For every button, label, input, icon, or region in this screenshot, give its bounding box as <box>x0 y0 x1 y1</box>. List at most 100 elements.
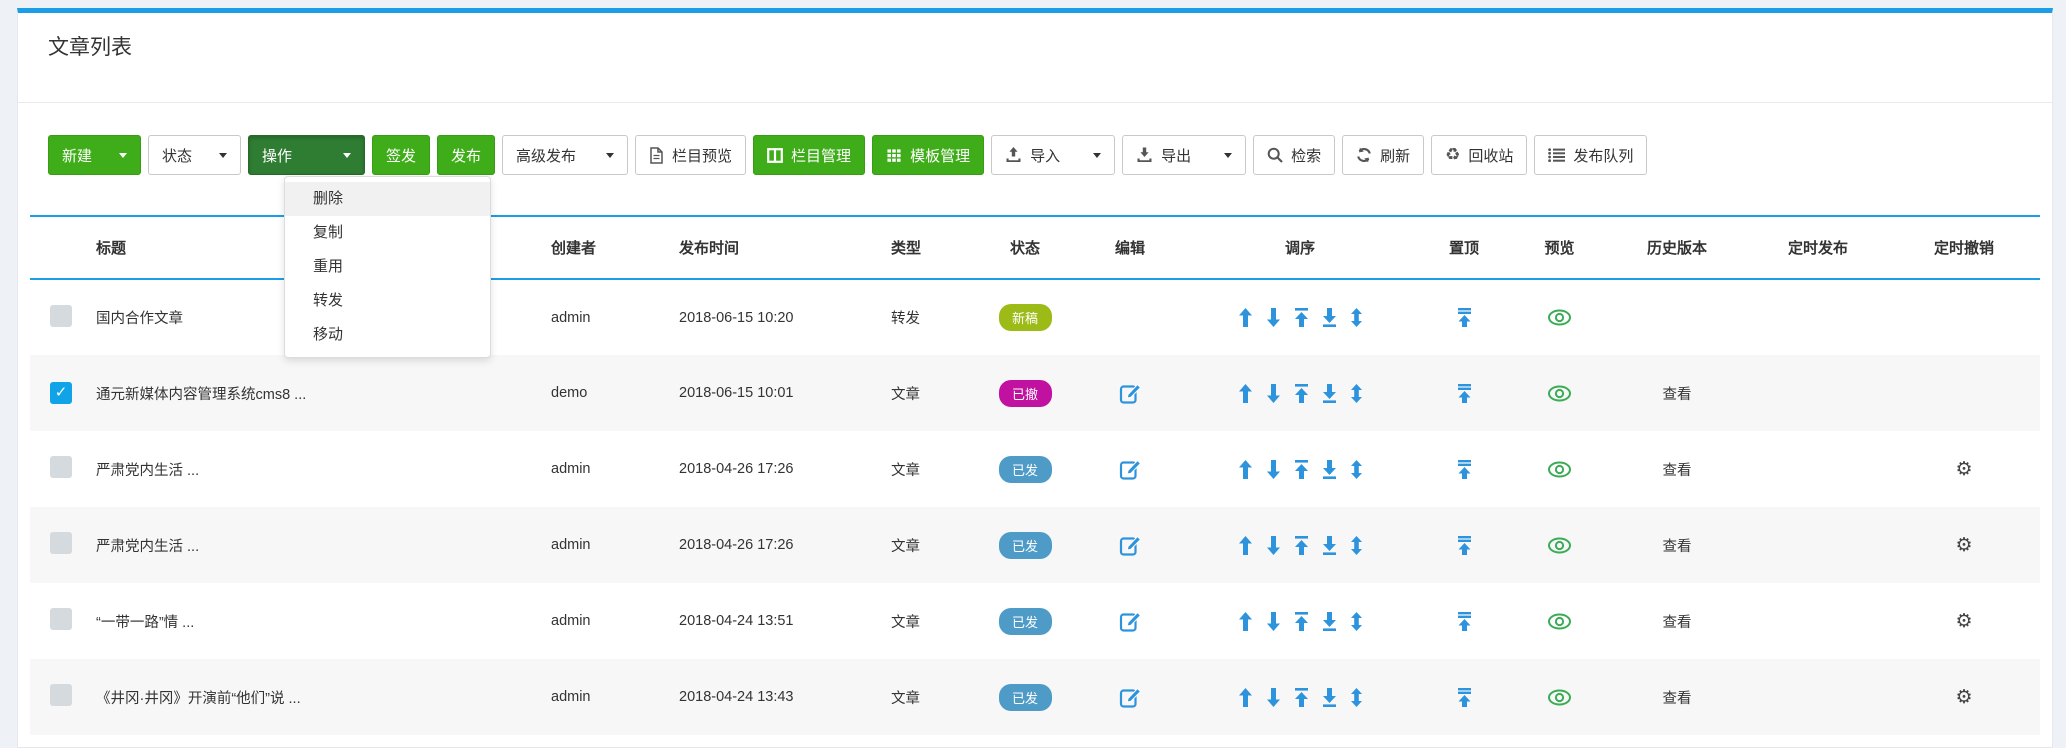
toolbar-button-sign[interactable]: 签发 <box>372 135 430 175</box>
move-to-top-icon[interactable] <box>1294 612 1309 631</box>
move-to-bottom-icon[interactable] <box>1322 308 1337 327</box>
gear-icon[interactable]: ⚙ <box>1955 460 1972 479</box>
menu-item-move[interactable]: 移动 <box>285 318 490 352</box>
eye-icon[interactable] <box>1547 537 1572 554</box>
move-up-down-icon[interactable] <box>1350 612 1363 631</box>
toolbar-button-import[interactable]: 导入 <box>991 135 1115 175</box>
move-down-icon[interactable] <box>1266 688 1281 707</box>
toolbar-button-search[interactable]: 检索 <box>1253 135 1335 175</box>
move-to-bottom-icon[interactable] <box>1322 688 1337 707</box>
pin-cell <box>1415 659 1513 735</box>
move-up-icon[interactable] <box>1238 308 1253 327</box>
toolbar-button-new[interactable]: 新建 <box>48 135 141 175</box>
move-to-top-icon[interactable] <box>1294 308 1309 327</box>
toolbar-button-adv-publish[interactable]: 高级发布 <box>502 135 628 175</box>
move-to-bottom-icon[interactable] <box>1322 384 1337 403</box>
toolbar-button-action[interactable]: 操作 <box>248 135 365 175</box>
move-down-icon[interactable] <box>1266 308 1281 327</box>
article-title[interactable]: 严肃党内生活 ... <box>96 463 199 479</box>
menu-item-forward[interactable]: 转发 <box>285 284 490 318</box>
toolbar-button-label: 刷新 <box>1380 145 1410 166</box>
edit-pencil-icon[interactable] <box>1119 382 1142 405</box>
article-title[interactable]: 国内合作文章 <box>96 311 183 327</box>
history-view-link[interactable]: 查看 <box>1663 691 1692 707</box>
toolbar-button-status[interactable]: 状态 <box>148 135 241 175</box>
checkbox-cell: ✓ <box>30 355 92 431</box>
eye-icon[interactable] <box>1547 689 1572 706</box>
edit-pencil-icon[interactable] <box>1119 458 1142 481</box>
row-checkbox[interactable] <box>50 684 72 706</box>
history-view-link[interactable]: 查看 <box>1663 615 1692 631</box>
move-to-bottom-icon[interactable] <box>1322 460 1337 479</box>
article-title[interactable]: 《井冈·井冈》开演前“他们”说 ... <box>96 691 301 707</box>
move-to-top-icon[interactable] <box>1294 384 1309 403</box>
pin-to-top-icon[interactable] <box>1457 384 1472 403</box>
history-view-link[interactable]: 查看 <box>1663 539 1692 555</box>
article-title[interactable]: “一带一路”情 ... <box>96 615 194 631</box>
edit-pencil-icon[interactable] <box>1119 686 1142 709</box>
toolbar-button-template-manage[interactable]: 模板管理 <box>872 135 984 175</box>
history-view-link[interactable]: 查看 <box>1663 387 1692 403</box>
article-title[interactable]: 通元新媒体内容管理系统cms8 ... <box>96 387 306 403</box>
pin-to-top-icon[interactable] <box>1457 688 1472 707</box>
move-to-top-icon[interactable] <box>1294 688 1309 707</box>
menu-item-copy[interactable]: 复制 <box>285 216 490 250</box>
scheduled-publish-cell <box>1748 431 1888 507</box>
move-up-down-icon[interactable] <box>1350 460 1363 479</box>
toolbar-button-refresh[interactable]: 刷新 <box>1342 135 1424 175</box>
publish-time-cell: 2018-04-26 17:26 <box>675 431 887 507</box>
type-cell: 文章 <box>887 431 975 507</box>
edit-pencil-icon[interactable] <box>1119 534 1142 557</box>
move-up-down-icon[interactable] <box>1350 536 1363 555</box>
move-up-icon[interactable] <box>1238 688 1253 707</box>
move-up-down-icon[interactable] <box>1350 384 1363 403</box>
checkbox-cell <box>30 583 92 659</box>
toolbar-button-column-preview[interactable]: 栏目预览 <box>635 135 746 175</box>
move-down-icon[interactable] <box>1266 460 1281 479</box>
toolbar-button-label: 高级发布 <box>516 145 576 166</box>
move-to-bottom-icon[interactable] <box>1322 536 1337 555</box>
move-down-icon[interactable] <box>1266 612 1281 631</box>
history-view-link[interactable]: 查看 <box>1663 463 1692 479</box>
eye-icon[interactable] <box>1547 613 1572 630</box>
eye-icon[interactable] <box>1547 309 1572 326</box>
toolbar-button-export[interactable]: 导出 <box>1122 135 1246 175</box>
pin-to-top-icon[interactable] <box>1457 612 1472 631</box>
move-down-icon[interactable] <box>1266 384 1281 403</box>
row-checkbox[interactable] <box>50 532 72 554</box>
move-to-top-icon[interactable] <box>1294 460 1309 479</box>
reorder-cell <box>1185 507 1415 583</box>
pin-to-top-icon[interactable] <box>1457 460 1472 479</box>
move-down-icon[interactable] <box>1266 536 1281 555</box>
row-checkbox[interactable] <box>50 456 72 478</box>
scheduled-cancel-cell <box>1888 355 2040 431</box>
creator-cell: admin <box>547 583 675 659</box>
row-checkbox[interactable]: ✓ <box>50 382 72 404</box>
toolbar-button-recycle[interactable]: ♻回收站 <box>1431 135 1527 175</box>
menu-item-reuse[interactable]: 重用 <box>285 250 490 284</box>
move-up-icon[interactable] <box>1238 612 1253 631</box>
eye-icon[interactable] <box>1547 385 1572 402</box>
gear-icon[interactable]: ⚙ <box>1955 612 1972 631</box>
pin-to-top-icon[interactable] <box>1457 536 1472 555</box>
pin-to-top-icon[interactable] <box>1457 308 1472 327</box>
title-cell: 严肃党内生活 ... <box>92 507 547 583</box>
gear-icon[interactable]: ⚙ <box>1955 536 1972 555</box>
row-checkbox[interactable] <box>50 305 72 327</box>
move-up-icon[interactable] <box>1238 536 1253 555</box>
move-up-icon[interactable] <box>1238 384 1253 403</box>
move-up-icon[interactable] <box>1238 460 1253 479</box>
move-to-bottom-icon[interactable] <box>1322 612 1337 631</box>
move-to-top-icon[interactable] <box>1294 536 1309 555</box>
article-title[interactable]: 严肃党内生活 ... <box>96 539 199 555</box>
toolbar-button-column-manage[interactable]: 栏目管理 <box>753 135 865 175</box>
row-checkbox[interactable] <box>50 608 72 630</box>
toolbar-button-publish[interactable]: 发布 <box>437 135 495 175</box>
move-up-down-icon[interactable] <box>1350 308 1363 327</box>
edit-pencil-icon[interactable] <box>1119 610 1142 633</box>
gear-icon[interactable]: ⚙ <box>1955 688 1972 707</box>
eye-icon[interactable] <box>1547 461 1572 478</box>
toolbar-button-publish-queue[interactable]: 发布队列 <box>1534 135 1647 175</box>
move-up-down-icon[interactable] <box>1350 688 1363 707</box>
menu-item-delete[interactable]: 删除 <box>285 182 490 216</box>
